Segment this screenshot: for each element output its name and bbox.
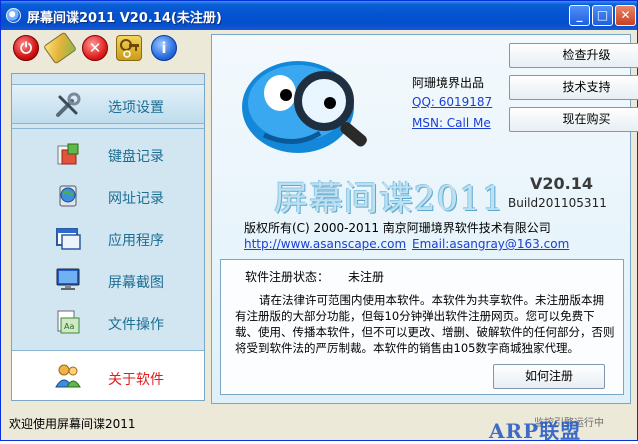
nav-divider xyxy=(12,128,204,129)
info-icon[interactable]: i xyxy=(151,35,177,61)
sidebar-item-label: 关于软件 xyxy=(108,372,164,388)
sidebar-item-screenshots[interactable]: 屏幕截图 xyxy=(12,260,204,300)
sidebar-item-label: 键盘记录 xyxy=(108,149,164,165)
build-label: Build201105311 xyxy=(508,196,607,210)
email-link[interactable]: Email:asangray@163.com xyxy=(412,237,569,251)
window-title: 屏幕间谍2011 V20.14(未注册) xyxy=(27,11,222,26)
power-glyph: ⏻ xyxy=(20,39,32,57)
minimize-button[interactable]: _ xyxy=(569,5,590,26)
close-button[interactable]: ✕ xyxy=(615,5,636,26)
msn-link[interactable]: MSN: Call Me xyxy=(412,116,491,130)
document-icon: Aa xyxy=(57,310,80,334)
sidebar-item-label: 文件操作 xyxy=(108,317,164,333)
website-link[interactable]: http://www.asanscape.com xyxy=(244,237,406,251)
keyboard-log-icon xyxy=(57,143,79,165)
how-to-register-button[interactable]: 如何注册 xyxy=(493,364,605,389)
product-title: 屏幕间谍2011 xyxy=(274,179,505,219)
sidebar-item-options[interactable]: 选项设置 xyxy=(12,84,204,124)
sidebar-item-applications[interactable]: 应用程序 xyxy=(12,218,204,258)
about-panel: 检查升级 技术支持 现在购买 阿珊境界出品 QQ: 6019187 MSN: C… xyxy=(211,34,638,404)
info-glyph: i xyxy=(161,39,167,57)
keys-icon[interactable] xyxy=(116,35,142,61)
producer-label: 阿珊境界出品 xyxy=(412,76,485,90)
app-window: 屏幕间谍2011 V20.14(未注册) _ □ ✕ ⏻ ✕ i 选项设置 键盘… xyxy=(0,0,638,443)
sidebar-item-label: 屏幕截图 xyxy=(108,275,164,291)
qq-link[interactable]: QQ: 6019187 xyxy=(412,95,492,109)
sidebar-item-label: 应用程序 xyxy=(108,233,164,249)
globe-icon xyxy=(59,185,77,207)
logo-mascot-icon xyxy=(242,61,367,153)
check-update-button[interactable]: 检查升级 xyxy=(509,43,638,68)
registration-box: 软件注册状态： 未注册 请在法律许可范围内使用本软件。本软件为共享软件。未注册版… xyxy=(220,259,624,395)
users-icon xyxy=(55,364,81,388)
version-label: V20.14 xyxy=(530,174,593,193)
monitor-icon xyxy=(56,268,80,290)
sidebar-item-keyboard-log[interactable]: 键盘记录 xyxy=(12,134,204,174)
watermark-logo: ARP联盟 xyxy=(489,419,582,443)
stop-glyph: ✕ xyxy=(88,39,102,57)
sidebar-item-file-ops[interactable]: Aa 文件操作 xyxy=(12,302,204,342)
tools-icon xyxy=(56,92,81,117)
tag-icon[interactable] xyxy=(43,31,77,65)
keys-glyph xyxy=(120,39,139,58)
registration-status-value: 未注册 xyxy=(348,270,385,284)
buy-now-button[interactable]: 现在购买 xyxy=(509,107,638,132)
sidebar-item-label: 选项设置 xyxy=(108,100,164,116)
tech-support-button[interactable]: 技术支持 xyxy=(509,75,638,100)
title-bar[interactable]: 屏幕间谍2011 V20.14(未注册) _ □ ✕ xyxy=(1,1,637,30)
svg-text:Aa: Aa xyxy=(64,322,74,331)
sidebar-item-about[interactable]: 关于软件 xyxy=(12,350,204,400)
stop-icon[interactable]: ✕ xyxy=(82,35,108,61)
power-icon[interactable]: ⏻ xyxy=(13,35,39,61)
copyright-text: 版权所有(C) 2000-2011 南京阿珊境界软件技术有限公司 xyxy=(244,221,551,235)
sidebar-nav: 选项设置 键盘记录 网址记录 应用程序 屏幕截图 Aa 文件操作 关于软件 xyxy=(11,73,205,401)
registration-notice: 请在法律许可范围内使用本软件。本软件为共享软件。未注册版本拥有注册版的大部分功能… xyxy=(235,293,615,355)
window-icon xyxy=(56,228,81,250)
maximize-button[interactable]: □ xyxy=(592,5,613,26)
sidebar-item-url-log[interactable]: 网址记录 xyxy=(12,176,204,216)
sidebar-item-label: 网址记录 xyxy=(108,191,164,207)
app-icon[interactable] xyxy=(6,8,21,23)
registration-status-label: 软件注册状态： xyxy=(245,270,330,284)
status-bar-text: 欢迎使用屏幕间谍2011 xyxy=(9,417,136,431)
